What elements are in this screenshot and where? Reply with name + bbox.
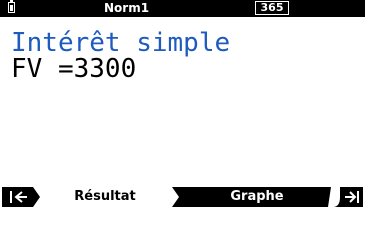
future-value-result: FV =3300 xyxy=(11,54,137,84)
screen-title: Intérêt simple xyxy=(11,28,231,58)
graph-tab[interactable]: Graphe xyxy=(192,187,322,207)
result-tab[interactable]: Résultat xyxy=(40,187,170,207)
function-key-bar: Résultat Graphe xyxy=(0,185,365,209)
forward-button[interactable] xyxy=(333,185,365,209)
status-bar: Norm1 365 xyxy=(0,0,365,17)
day-count-indicator: 365 xyxy=(255,1,289,15)
battery-icon xyxy=(8,0,15,13)
calculator-screen: Norm1 365 Intérêt simple FV =3300 Résult… xyxy=(0,0,365,209)
mode-indicator: Norm1 xyxy=(104,1,150,15)
back-button[interactable] xyxy=(0,185,42,209)
